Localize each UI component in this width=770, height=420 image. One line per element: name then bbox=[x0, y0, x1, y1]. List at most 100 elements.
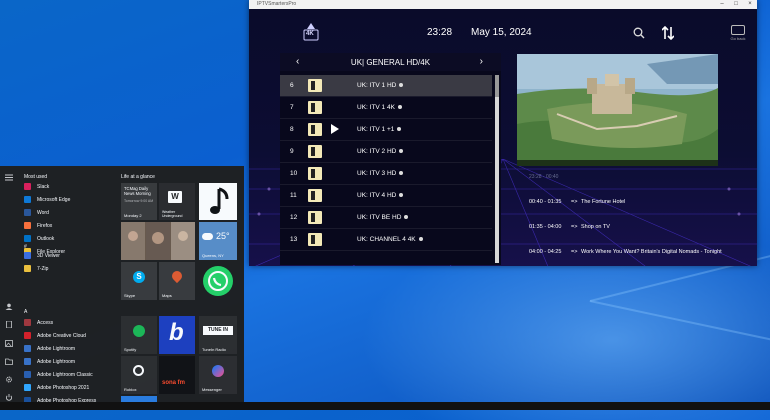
spotify-tile[interactable]: Spotify bbox=[121, 316, 157, 354]
taskbar bbox=[0, 402, 770, 410]
channel-logo-icon bbox=[308, 233, 322, 246]
video-preview[interactable] bbox=[517, 54, 718, 166]
skype-icon: S bbox=[133, 271, 145, 283]
channel-number: 8 bbox=[290, 126, 294, 133]
app-name: Access bbox=[37, 320, 54, 326]
start-app-item[interactable]: Access bbox=[24, 318, 53, 328]
hamburger-icon[interactable] bbox=[5, 174, 13, 181]
roblox-icon bbox=[133, 365, 144, 376]
channel-logo-icon bbox=[308, 189, 322, 202]
back-button[interactable]: Go back bbox=[727, 25, 749, 47]
documents-icon[interactable] bbox=[5, 321, 13, 328]
channel-row[interactable]: 8 UK: ITV 1 +1 bbox=[280, 119, 492, 141]
bing-tile[interactable]: b bbox=[159, 316, 195, 354]
channel-row[interactable]: 6 UK: ITV 1 HD bbox=[280, 75, 492, 97]
tiles-panel: Life at a glance TCMag Daily News Mornin… bbox=[117, 166, 244, 410]
start-app-item[interactable]: Adobe Creative Cloud bbox=[24, 331, 86, 341]
music-tile[interactable] bbox=[199, 183, 237, 220]
skype-tile[interactable]: S Skype bbox=[121, 262, 157, 300]
app-icon bbox=[24, 371, 31, 379]
messenger-icon bbox=[212, 365, 224, 377]
roblox-tile[interactable]: Roblox bbox=[121, 356, 157, 394]
app-name: Outlook bbox=[37, 236, 55, 242]
start-app-item[interactable]: Word bbox=[24, 208, 49, 218]
category-title: UK| GENERAL HD/4K bbox=[350, 58, 431, 67]
app-icon bbox=[24, 345, 31, 353]
sort-icon[interactable] bbox=[662, 26, 674, 40]
tunein-label: TuneIn Radio bbox=[202, 347, 226, 352]
epg-title: Work Where You Want? Britain's Digital N… bbox=[581, 249, 722, 255]
folder-icon[interactable] bbox=[5, 358, 13, 365]
epg-dot-icon bbox=[397, 105, 402, 110]
window-titlebar[interactable]: IPTVSmartersPro – □ × bbox=[249, 0, 757, 9]
weather-underground-tile[interactable]: W Weather Underground bbox=[159, 183, 195, 220]
user-icon[interactable] bbox=[5, 303, 13, 310]
settings-gear-icon[interactable] bbox=[5, 376, 13, 383]
channel-row[interactable]: 7 UK: ITV 1 4K bbox=[280, 97, 492, 119]
maps-tile[interactable]: Maps bbox=[159, 262, 195, 300]
maps-label: Maps bbox=[162, 293, 172, 298]
photos-tile[interactable] bbox=[121, 222, 195, 260]
start-app-item[interactable]: Adobe Photoshop 2021 bbox=[24, 383, 89, 393]
channel-number: 13 bbox=[290, 236, 298, 243]
messenger-label: Messenger bbox=[202, 387, 222, 392]
start-app-item[interactable]: Adobe Lightroom bbox=[24, 344, 75, 354]
epg-time: 01:35 - 04:00 bbox=[529, 224, 562, 230]
channel-row[interactable]: 10 UK: ITV 3 HD bbox=[280, 163, 492, 185]
power-icon[interactable] bbox=[5, 394, 13, 401]
app-name: 3D Viewer bbox=[37, 253, 60, 259]
epg-dot-icon bbox=[418, 237, 423, 242]
start-app-item[interactable]: Adobe Lightroom bbox=[24, 357, 75, 367]
weather-tile[interactable]: 25° Queens, NY bbox=[199, 222, 237, 260]
app-icon bbox=[24, 235, 31, 243]
pictures-icon[interactable] bbox=[5, 340, 13, 347]
tunein-tile[interactable]: TUNE IN TuneIn Radio bbox=[199, 316, 237, 354]
channel-row[interactable]: 13 UK: CHANNEL 4 4K bbox=[280, 229, 492, 251]
channel-logo-icon bbox=[308, 79, 322, 92]
channel-number: 9 bbox=[290, 148, 294, 155]
channel-scrollbar[interactable] bbox=[495, 75, 499, 263]
start-app-item[interactable]: 7-Zip bbox=[24, 264, 48, 274]
spotify-icon bbox=[133, 325, 145, 337]
channel-row[interactable]: 9 UK: ITV 2 HD bbox=[280, 141, 492, 163]
channel-logo-icon bbox=[308, 123, 322, 136]
channel-row[interactable]: 11 UK: ITV 4 HD bbox=[280, 185, 492, 207]
epg-time: 00:40 - 01:35 bbox=[529, 199, 562, 205]
start-app-item[interactable]: Adobe Lightroom Classic bbox=[24, 370, 93, 380]
start-app-item[interactable]: Firefox bbox=[24, 221, 52, 231]
category-header: ‹ UK| GENERAL HD/4K › bbox=[280, 53, 501, 71]
channel-logo-icon bbox=[308, 167, 322, 180]
epg-now: 23:28 - 00:40 bbox=[529, 174, 559, 180]
clock-date: May 15, 2024 bbox=[471, 27, 532, 38]
skype-label: Skype bbox=[124, 293, 136, 298]
app-icon bbox=[24, 183, 31, 191]
news-tile[interactable]: TCMag Daily News Morning Tomorrow 9:00 A… bbox=[121, 183, 157, 220]
epg-dot-icon bbox=[397, 127, 402, 132]
weather-underground-label: Weather Underground bbox=[162, 210, 183, 218]
letter-a-header: A bbox=[24, 309, 28, 315]
hash-header: # bbox=[24, 244, 27, 250]
channel-logo-icon bbox=[308, 145, 322, 158]
messenger-tile[interactable]: Messenger bbox=[199, 356, 237, 394]
start-app-item[interactable]: Outlook bbox=[24, 234, 54, 244]
minimize-button[interactable]: – bbox=[715, 0, 729, 9]
close-button[interactable]: × bbox=[743, 0, 757, 9]
channel-row[interactable]: 12 UK: ITV BE HD bbox=[280, 207, 492, 229]
castle-video-frame bbox=[517, 54, 718, 166]
start-app-item[interactable]: Slack bbox=[24, 182, 49, 192]
start-rail bbox=[0, 166, 18, 410]
app-list: Most used Slack Microsoft Edge Word Firefox… bbox=[20, 166, 116, 410]
start-app-item[interactable]: Microsoft Edge bbox=[24, 195, 70, 205]
epg-title: The Fortune Hotel bbox=[581, 199, 626, 205]
play-icon[interactable] bbox=[331, 124, 339, 134]
channel-number: 7 bbox=[290, 104, 294, 111]
maximize-button[interactable]: □ bbox=[729, 0, 743, 9]
next-category-icon[interactable]: › bbox=[480, 56, 483, 67]
app-icon bbox=[24, 222, 31, 230]
life-at-glance-header: Life at a glance bbox=[121, 174, 155, 180]
search-icon[interactable] bbox=[633, 27, 645, 39]
whatsapp-tile[interactable] bbox=[199, 262, 237, 300]
sonafm-tile[interactable]: sona fm bbox=[159, 356, 195, 394]
start-app-item[interactable]: 3D Viewer bbox=[24, 251, 60, 261]
window-title: IPTVSmartersPro bbox=[257, 1, 297, 7]
